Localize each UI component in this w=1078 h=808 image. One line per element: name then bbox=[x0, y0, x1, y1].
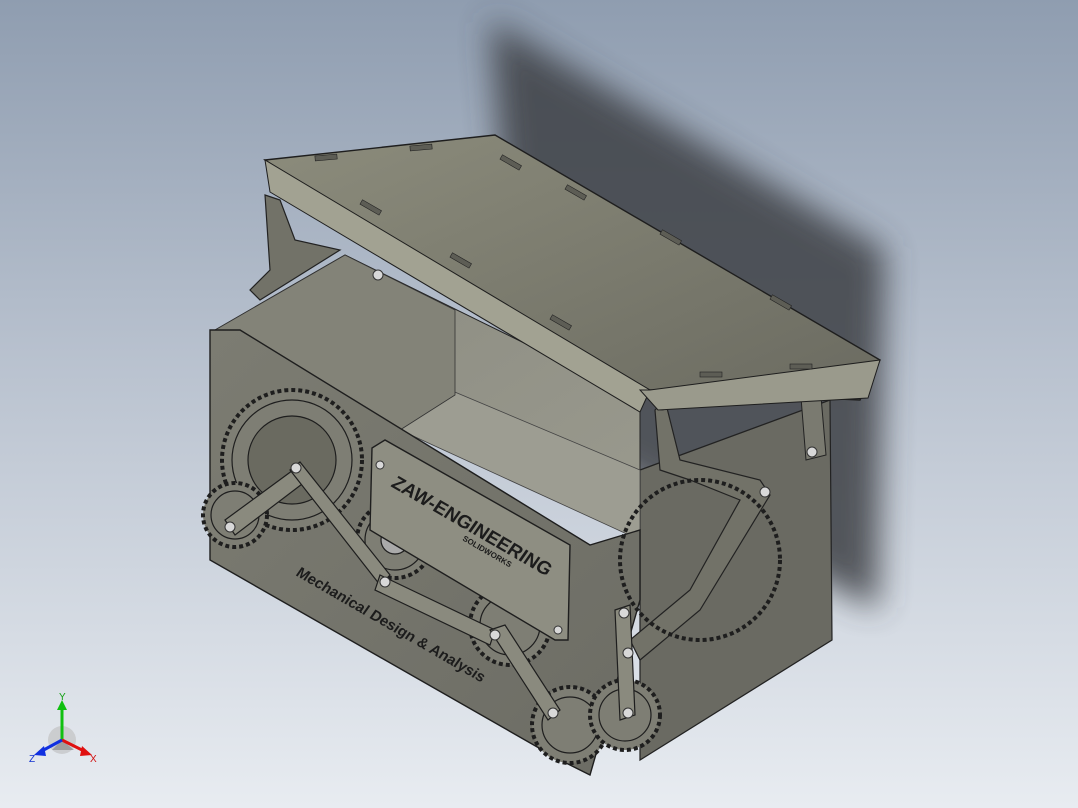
reference-triad[interactable]: Y X Z bbox=[24, 690, 104, 770]
toolbox-3d-model[interactable]: ZAW-ENGINEERING SOLIDWORKS Mechanical De… bbox=[0, 0, 1078, 808]
z-axis-label: Z bbox=[29, 754, 35, 765]
hinge-bolt bbox=[759, 486, 771, 498]
hinge-bolt bbox=[806, 446, 818, 458]
hinge-bolt bbox=[372, 269, 384, 281]
y-axis-label: Y bbox=[59, 692, 66, 703]
cad-graphics-viewport[interactable]: ZAW-ENGINEERING SOLIDWORKS Mechanical De… bbox=[0, 0, 1078, 808]
x-axis-label: X bbox=[90, 754, 97, 765]
